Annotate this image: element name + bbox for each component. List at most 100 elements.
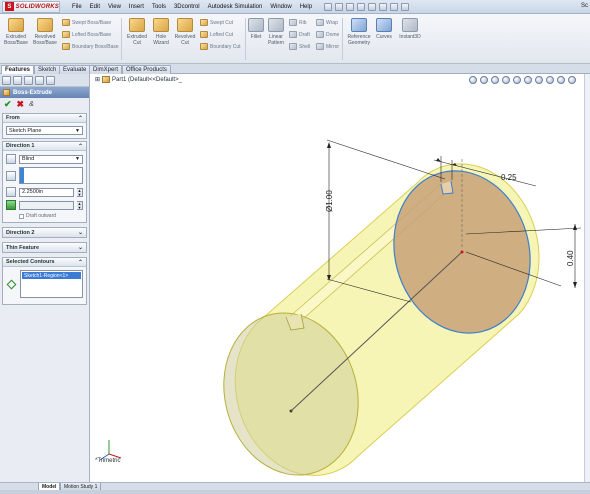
chevron-down-icon: ▼: [75, 156, 80, 162]
reverse-direction-icon[interactable]: [6, 154, 16, 164]
manager-tabs: [0, 74, 89, 87]
property-manager: Boss-Extrude ✔ ✖ & From ⌃ Sketch Plane ▼…: [0, 74, 90, 482]
expand-icon[interactable]: ⌄: [78, 229, 83, 236]
graphics-area[interactable]: ⊞ Part1 (Default<<Default>_ Ø1.00 0.25 0…: [91, 74, 590, 482]
dimxpert-manager-icon[interactable]: [35, 75, 44, 85]
print-icon[interactable]: [357, 2, 366, 11]
solidworks-logo[interactable]: S SOLIDWORKS: [2, 0, 60, 13]
rib-icon: [289, 19, 297, 26]
ok-icon[interactable]: ✔: [4, 99, 12, 110]
depth-spinner[interactable]: ▲ ▼: [77, 187, 83, 197]
checkbox-box[interactable]: [19, 213, 24, 219]
configuration-manager-icon[interactable]: [24, 75, 33, 85]
dome-button[interactable]: Dome: [316, 31, 339, 38]
property-manager-icon[interactable]: [13, 75, 22, 85]
linear-pattern-icon: [268, 18, 284, 32]
wrap-button[interactable]: Wrap: [316, 19, 338, 26]
direction1-header[interactable]: Direction 1 ⌃: [3, 142, 86, 151]
from-group: From ⌃ Sketch Plane ▼: [2, 113, 87, 139]
draft-angle-spinner[interactable]: ▲ ▼: [77, 200, 83, 210]
detailed-preview-icon[interactable]: &: [29, 101, 34, 108]
height-dimension-text[interactable]: 0.40: [566, 250, 575, 266]
tab-evaluate[interactable]: Evaluate: [59, 65, 91, 74]
selected-contours-header[interactable]: Selected Contours ⌃: [3, 258, 86, 267]
boundary-boss-icon: [62, 43, 70, 50]
direction2-header[interactable]: Direction 2 ⌄: [3, 228, 86, 237]
hole-wizard-button[interactable]: Hole Wizard: [150, 18, 172, 46]
cancel-icon[interactable]: ✖: [17, 99, 25, 110]
from-header[interactable]: From ⌃: [3, 114, 86, 123]
depth-input[interactable]: 2.2500in: [19, 187, 74, 197]
lofted-boss-button[interactable]: Lofted Boss/Base: [62, 31, 111, 38]
end-condition-select[interactable]: Blind ▼: [19, 154, 83, 164]
fillet-button[interactable]: Fillet: [247, 18, 265, 40]
save-icon[interactable]: [346, 2, 355, 11]
rebuild-icon[interactable]: [390, 2, 399, 11]
curves-button[interactable]: Curves: [374, 18, 394, 40]
ribbon-separator: [245, 18, 246, 60]
diameter-dimension-text[interactable]: Ø1.00: [325, 190, 334, 212]
swept-cut-button[interactable]: Swept Cut: [200, 19, 233, 26]
extruded-cut-button[interactable]: Extruded Cut: [124, 18, 150, 46]
tab-features[interactable]: Features: [1, 65, 35, 74]
direction-vector-box[interactable]: [19, 167, 83, 184]
draft-on-off-icon[interactable]: [6, 200, 16, 210]
reference-geometry-button[interactable]: Reference Geometry: [345, 18, 373, 46]
revolved-cut-icon: [177, 18, 193, 32]
tab-office-products[interactable]: Office Products: [122, 65, 171, 74]
select-icon[interactable]: [379, 2, 388, 11]
selection-highlight: [20, 168, 24, 183]
menu-items: File Edit View Insert Tools 3Dcontrol Au…: [68, 4, 316, 10]
instant3d-button[interactable]: Instant3D: [398, 18, 422, 40]
revolved-boss-button[interactable]: Revolved Boss/Base: [31, 18, 59, 46]
menu-help[interactable]: Help: [296, 4, 316, 10]
boundary-cut-button[interactable]: Boundary Cut: [200, 43, 241, 50]
open-icon[interactable]: [335, 2, 344, 11]
thin-feature-header[interactable]: Thin Feature ⌄: [3, 243, 86, 252]
menu-edit[interactable]: Edit: [86, 4, 104, 10]
options-icon[interactable]: [401, 2, 410, 11]
swept-boss-button[interactable]: Swept Boss/Base: [62, 19, 111, 26]
menu-view[interactable]: View: [104, 4, 125, 10]
vertical-scrollbar[interactable]: [584, 74, 590, 482]
contour-item[interactable]: Sketch1-Region<1>: [22, 272, 81, 279]
feature-manager-icon[interactable]: [2, 75, 11, 85]
tab-sketch[interactable]: Sketch: [34, 65, 61, 74]
arrow-head: [573, 282, 577, 288]
shell-button[interactable]: Shell: [289, 43, 310, 50]
command-manager: Extruded Boss/Base Revolved Boss/Base Sw…: [0, 14, 590, 64]
draft-outward-checkbox[interactable]: Draft outward: [6, 213, 83, 219]
width-dimension-text[interactable]: 0.25: [501, 173, 517, 182]
property-manager-title: Boss-Extrude: [0, 87, 89, 98]
search-corner-text[interactable]: Sc: [581, 3, 588, 9]
property-manager-actions: ✔ ✖ &: [0, 98, 89, 111]
rib-button[interactable]: Rib: [289, 19, 307, 26]
new-icon[interactable]: [324, 2, 333, 11]
menu-3dcontrol[interactable]: 3Dcontrol: [170, 4, 204, 10]
draft-icon: [289, 31, 297, 38]
linear-pattern-button[interactable]: Linear Pattern: [265, 18, 287, 46]
lofted-cut-button[interactable]: Lofted Cut: [200, 31, 233, 38]
menu-insert[interactable]: Insert: [125, 4, 148, 10]
tab-dimxpert[interactable]: DimXpert: [89, 65, 123, 74]
expand-icon[interactable]: ⌄: [78, 244, 83, 251]
menu-window[interactable]: Window: [266, 4, 295, 10]
menu-tools[interactable]: Tools: [148, 4, 170, 10]
draft-button[interactable]: Draft: [289, 31, 310, 38]
collapse-icon[interactable]: ⌃: [78, 143, 83, 150]
menu-bar: S SOLIDWORKS File Edit View Insert Tools…: [0, 0, 590, 14]
mirror-button[interactable]: Mirror: [316, 43, 339, 50]
contour-list[interactable]: Sketch1-Region<1>: [20, 270, 83, 298]
menu-autodesk-simulation[interactable]: Autodesk Simulation: [204, 4, 267, 10]
model-view[interactable]: Ø1.00 0.25 0.40: [91, 74, 584, 482]
from-select[interactable]: Sketch Plane ▼: [6, 126, 83, 135]
collapse-icon[interactable]: ⌃: [78, 115, 83, 122]
revolved-cut-button[interactable]: Revolved Cut: [172, 18, 198, 46]
collapse-icon[interactable]: ⌃: [78, 259, 83, 266]
draft-angle-input[interactable]: [19, 200, 74, 210]
boundary-boss-button[interactable]: Boundary Boss/Base: [62, 43, 119, 50]
display-manager-icon[interactable]: [46, 75, 55, 85]
menu-file[interactable]: File: [68, 4, 86, 10]
extruded-boss-button[interactable]: Extruded Boss/Base: [3, 18, 29, 46]
undo-icon[interactable]: [368, 2, 377, 11]
